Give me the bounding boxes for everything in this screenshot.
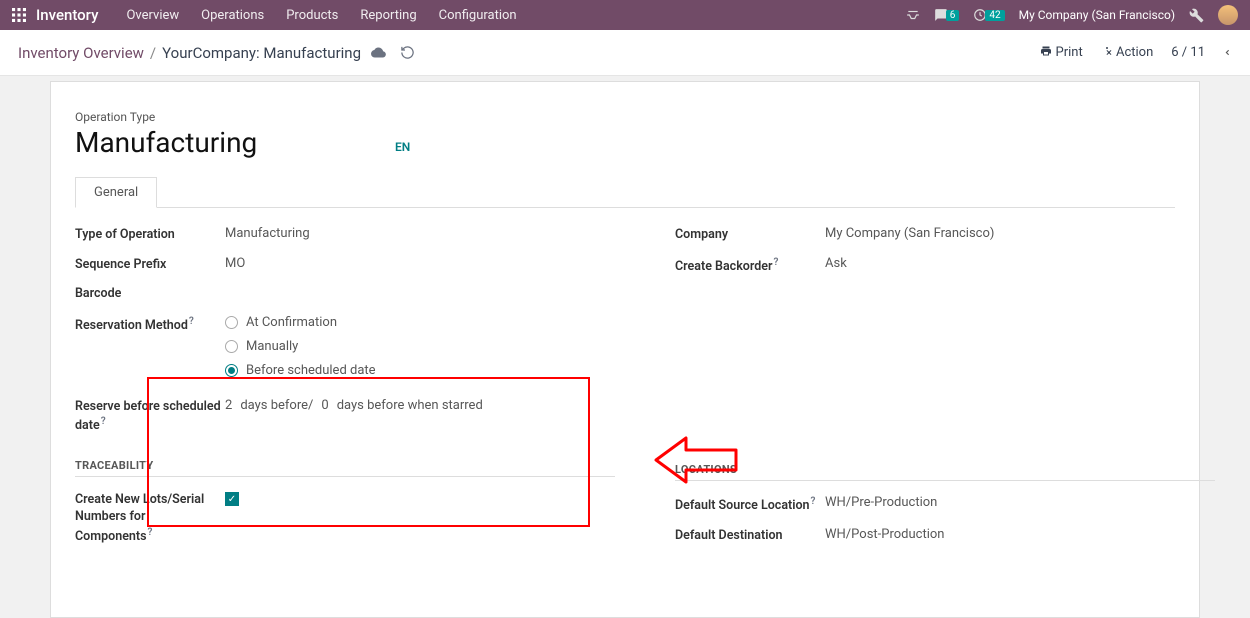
nav-products[interactable]: Products xyxy=(286,8,338,23)
sequence-prefix-label: Sequence Prefix xyxy=(75,256,225,274)
locations-header: LOCATIONS xyxy=(675,463,1215,481)
messages-icon[interactable]: 6 xyxy=(934,8,960,22)
lang-badge[interactable]: EN xyxy=(395,140,410,154)
reserve-before-label: Reserve before scheduled date? xyxy=(75,398,225,435)
record-title[interactable]: Manufacturing xyxy=(75,126,375,159)
radio-manually[interactable]: Manually xyxy=(225,339,376,354)
main-navbar: Inventory Overview Operations Products R… xyxy=(0,0,1250,30)
form-sheet: Operation Type Manufacturing EN General … xyxy=(50,81,1200,618)
nav-operations[interactable]: Operations xyxy=(201,8,264,23)
days-before-text: days before/ xyxy=(240,398,313,413)
pager[interactable]: 6 / 11 xyxy=(1171,45,1205,60)
type-of-operation-label: Type of Operation xyxy=(75,226,225,244)
create-backorder-label: Create Backorder? xyxy=(675,256,825,276)
default-destination-label: Default Destination xyxy=(675,527,825,545)
breadcrumb-root[interactable]: Inventory Overview xyxy=(18,44,144,62)
tabs: General xyxy=(75,177,1175,208)
company-switcher[interactable]: My Company (San Francisco) xyxy=(1019,8,1175,22)
nav-reporting[interactable]: Reporting xyxy=(360,8,416,23)
type-of-operation-value[interactable]: Manufacturing xyxy=(225,226,310,241)
default-destination-value[interactable]: WH/Post-Production xyxy=(825,527,944,542)
company-value[interactable]: My Company (San Francisco) xyxy=(825,226,994,241)
app-brand[interactable]: Inventory xyxy=(36,6,98,24)
reservation-method-label: Reservation Method? xyxy=(75,315,225,335)
nav-overview[interactable]: Overview xyxy=(126,8,179,23)
tray-icon[interactable] xyxy=(906,8,920,22)
help-icon[interactable]: ? xyxy=(189,316,194,327)
create-lots-label: Create New Lots/Serial Numbers for Compo… xyxy=(75,491,225,546)
debug-icon[interactable] xyxy=(1189,8,1204,23)
days-before-starred-text: days before when starred xyxy=(337,398,483,413)
user-avatar[interactable] xyxy=(1218,5,1238,25)
pager-prev-icon[interactable] xyxy=(1223,48,1232,57)
tab-general[interactable]: General xyxy=(75,177,157,208)
radio-at-confirmation[interactable]: At Confirmation xyxy=(225,315,376,330)
control-panel: Inventory Overview / YourCompany: Manufa… xyxy=(0,30,1250,76)
operation-type-label: Operation Type xyxy=(75,110,375,124)
help-icon[interactable]: ? xyxy=(148,527,153,538)
breadcrumb-current: YourCompany: Manufacturing xyxy=(162,44,361,62)
company-label: Company xyxy=(675,226,825,244)
create-backorder-value[interactable]: Ask xyxy=(825,256,847,271)
help-icon[interactable]: ? xyxy=(774,257,779,268)
default-source-value[interactable]: WH/Pre-Production xyxy=(825,495,937,510)
apps-icon[interactable] xyxy=(12,8,26,22)
default-source-label: Default Source Location? xyxy=(675,495,825,515)
nav-links: Overview Operations Products Reporting C… xyxy=(126,8,516,23)
print-button[interactable]: Print xyxy=(1040,45,1082,60)
days-before-value[interactable]: 2 xyxy=(225,398,232,413)
breadcrumb-sep: / xyxy=(150,44,156,62)
barcode-label: Barcode xyxy=(75,285,225,303)
messages-badge: 6 xyxy=(946,10,960,21)
help-icon[interactable]: ? xyxy=(101,416,106,427)
activities-icon[interactable]: 42 xyxy=(973,8,1004,22)
cloud-save-icon[interactable] xyxy=(371,45,386,60)
traceability-header: TRACEABILITY xyxy=(75,459,615,477)
discard-icon[interactable] xyxy=(400,45,415,60)
help-icon[interactable]: ? xyxy=(811,496,816,507)
days-before-starred-value[interactable]: 0 xyxy=(321,398,328,413)
sequence-prefix-value[interactable]: MO xyxy=(225,256,245,271)
radio-before-scheduled[interactable]: Before scheduled date xyxy=(225,363,376,378)
nav-configuration[interactable]: Configuration xyxy=(439,8,517,23)
reservation-method-radios: At Confirmation Manually Before schedule… xyxy=(225,315,376,378)
activities-badge: 42 xyxy=(985,10,1004,21)
create-lots-checkbox[interactable]: ✓ xyxy=(225,492,239,506)
action-button[interactable]: Action xyxy=(1101,45,1154,60)
